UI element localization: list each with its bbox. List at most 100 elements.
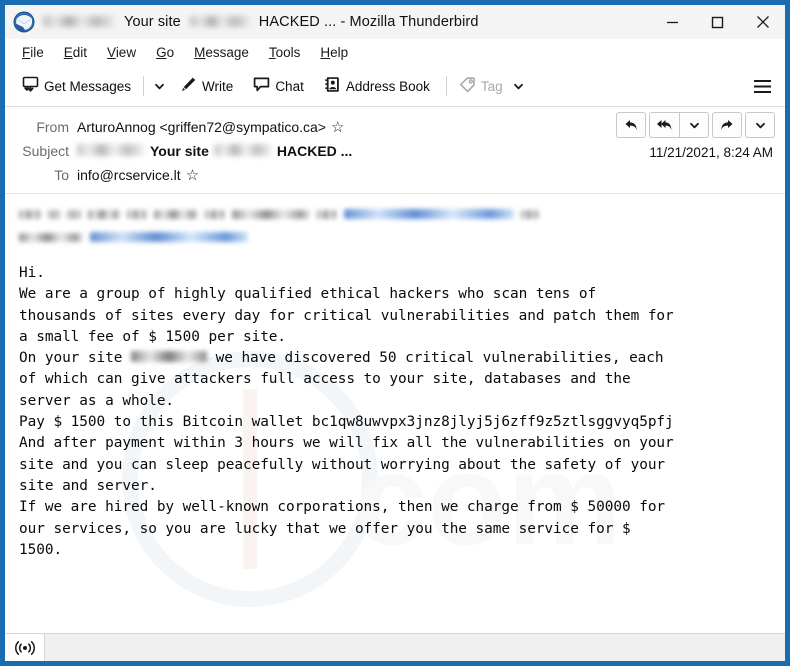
menu-help-accesskey: H <box>320 45 331 60</box>
to-value-container: info@rcservice.lt ☆ <box>77 167 199 183</box>
menu-edit-label: dit <box>72 45 88 60</box>
address-book-label: Address Book <box>345 78 430 94</box>
forward-button[interactable] <box>712 112 742 138</box>
menu-edit[interactable]: Edit <box>55 42 96 63</box>
menu-help[interactable]: Help <box>311 42 357 63</box>
redacted-text <box>154 209 198 219</box>
title-bar: Your site HACKED ... - Mozilla Thunderbir… <box>5 5 785 39</box>
app-name: - Mozilla Thunderbird <box>340 14 479 30</box>
menu-go-label: o <box>166 45 175 60</box>
from-star-icon[interactable]: ☆ <box>331 120 344 135</box>
menu-go[interactable]: Go <box>147 42 183 63</box>
from-address[interactable]: ArturoAnnog <griffen72@sympatico.ca> <box>77 119 326 135</box>
from-label: From <box>36 119 69 135</box>
to-address[interactable]: info@rcservice.lt <box>77 167 181 183</box>
get-messages-label: Get Messages <box>44 78 132 94</box>
redacted-subject-segment-2 <box>213 144 272 156</box>
pencil-icon <box>180 76 197 96</box>
close-button[interactable] <box>740 5 785 39</box>
toolbar-divider-2 <box>445 76 447 96</box>
subject-value-container: Your site HACKED ... <box>77 143 352 159</box>
thunderbird-window: Your site HACKED ... - Mozilla Thunderbir… <box>0 0 790 666</box>
redacted-text <box>521 209 539 219</box>
redacted-text <box>232 209 310 219</box>
chat-label: Chat <box>275 78 304 94</box>
reply-all-button[interactable] <box>649 112 679 138</box>
quoted-line-2 <box>19 229 775 245</box>
redacted-text <box>205 209 225 219</box>
write-button[interactable]: Write <box>173 71 240 101</box>
menu-view-accesskey: V <box>107 45 116 60</box>
reply-button[interactable] <box>616 112 646 138</box>
tag-icon <box>459 76 476 96</box>
subject-text-1: Your site <box>150 143 209 159</box>
tag-button[interactable]: Tag <box>452 71 531 101</box>
subject-text-2: HACKED ... <box>276 143 353 159</box>
to-row: To info@rcservice.lt ☆ <box>15 163 775 187</box>
message-body: com Hi. We are a group of highly qualifi… <box>5 194 785 633</box>
window-title-suffix: HACKED ... <box>258 14 337 30</box>
to-star-icon[interactable]: ☆ <box>186 168 199 183</box>
address-book-button[interactable]: Address Book <box>317 71 437 101</box>
thunderbird-logo-icon <box>13 11 35 33</box>
toolbar-divider-1 <box>143 76 145 96</box>
menu-file[interactable]: File <box>13 42 53 63</box>
quoted-forwarded-header <box>19 204 775 245</box>
write-label: Write <box>202 78 234 94</box>
reply-all-group <box>649 112 709 138</box>
subject-label: Subject <box>22 143 69 159</box>
main-toolbar: Get Messages Write Chat Address Book Tag <box>5 66 785 107</box>
address-book-icon <box>324 76 341 96</box>
redacted-title-segment-1 <box>43 15 115 27</box>
tag-chevron-down-icon <box>513 81 524 92</box>
menu-tools[interactable]: Tools <box>260 42 310 63</box>
message-date: 11/21/2021, 8:24 AM <box>649 145 773 160</box>
menu-go-accesskey: G <box>156 45 167 60</box>
menu-bar: File Edit View Go Message Tools Help <box>5 39 785 66</box>
menu-edit-accesskey: E <box>63 45 73 60</box>
tag-label: Tag <box>480 78 503 94</box>
menu-help-label: elp <box>330 45 349 60</box>
menu-view-label: iew <box>115 45 137 60</box>
message-action-buttons <box>616 112 775 138</box>
maximize-button[interactable] <box>695 5 740 39</box>
more-actions-chevron-down-icon[interactable] <box>745 112 775 138</box>
window-title: Your site HACKED ... - Mozilla Thunderbir… <box>43 14 479 30</box>
menu-message-label: essage <box>205 45 249 60</box>
from-value-container: ArturoAnnog <griffen72@sympatico.ca> ☆ <box>77 119 344 135</box>
window-controls <box>650 5 785 39</box>
menu-tools-accesskey: T <box>268 45 276 60</box>
get-messages-button[interactable]: Get Messages <box>15 71 138 101</box>
get-messages-icon <box>22 76 39 96</box>
chat-bubble-icon <box>253 76 270 96</box>
menu-file-accesskey: F <box>22 45 31 60</box>
redacted-text <box>88 209 120 219</box>
menu-tools-label: ools <box>275 45 301 60</box>
menu-message-accesskey: M <box>194 45 206 60</box>
redacted-title-segment-2 <box>189 15 250 27</box>
window-title-prefix: Your site <box>124 14 181 30</box>
redacted-text <box>48 209 60 219</box>
menu-view[interactable]: View <box>98 42 145 63</box>
redacted-text <box>19 209 41 219</box>
reply-dropdown-chevron-down-icon[interactable] <box>679 112 709 138</box>
redacted-text <box>19 232 83 242</box>
message-header: From ArturoAnnog <griffen72@sympatico.ca… <box>5 107 785 194</box>
status-bar <box>5 633 785 661</box>
menu-file-label: ile <box>30 45 44 60</box>
hamburger-menu-icon[interactable] <box>745 71 779 101</box>
to-label: To <box>54 167 69 183</box>
redacted-site-name <box>130 350 207 362</box>
get-messages-dropdown[interactable] <box>149 71 169 101</box>
window-content: Your site HACKED ... - Mozilla Thunderbir… <box>5 5 785 661</box>
redacted-subject-segment-1 <box>77 144 145 156</box>
redacted-link[interactable] <box>90 232 248 242</box>
broadcast-icon[interactable] <box>5 634 45 661</box>
chat-button[interactable]: Chat <box>246 71 311 101</box>
redacted-text <box>127 209 147 219</box>
minimize-button[interactable] <box>650 5 695 39</box>
menu-message[interactable]: Message <box>185 42 258 63</box>
quoted-line-1 <box>19 206 775 222</box>
redacted-link[interactable] <box>344 209 514 219</box>
redacted-text <box>317 209 337 219</box>
